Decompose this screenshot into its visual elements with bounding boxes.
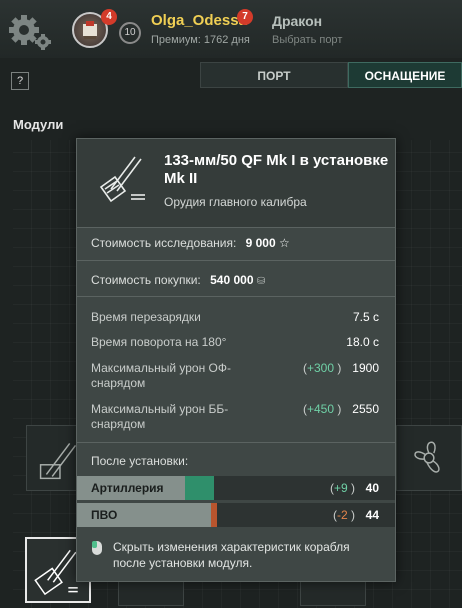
stat-delta-value: +450 bbox=[307, 402, 335, 416]
section-title: Модули bbox=[13, 117, 64, 132]
divider bbox=[77, 296, 395, 297]
divider bbox=[77, 227, 395, 228]
current-ship-name[interactable]: Дракон bbox=[272, 13, 322, 29]
notification-badge: 4 bbox=[101, 9, 117, 25]
tab-equipment[interactable]: ОСНАЩЕНИЕ bbox=[348, 62, 462, 88]
tooltip-header: 133-мм/50 QF Mk I в установке Mk II Оруд… bbox=[77, 139, 395, 227]
divider bbox=[77, 442, 395, 443]
account-level-badge: 10 bbox=[119, 22, 141, 44]
mouse-icon bbox=[92, 541, 102, 555]
research-cost-label: Стоимость исследования: bbox=[91, 236, 237, 250]
artillery-label: Артиллерия bbox=[91, 481, 164, 495]
artillery-delta-value: +9 bbox=[334, 481, 348, 495]
hide-changes-hint: Скрыть изменения характеристик корабля п… bbox=[113, 540, 350, 570]
help-button[interactable]: ? bbox=[11, 72, 29, 90]
artillery-delta: (+9 ) bbox=[330, 481, 356, 495]
research-cost-value: 9 000 bbox=[245, 236, 276, 250]
after-install-label: После установки: bbox=[91, 454, 189, 468]
purchase-cost-value: 540 000 bbox=[210, 273, 254, 287]
divider bbox=[77, 260, 395, 261]
username[interactable]: Olga_Odessa bbox=[151, 12, 247, 29]
stat-label: Максимальный урон ББ-снарядом bbox=[91, 402, 229, 431]
stat-value: 18.0 с bbox=[346, 335, 379, 349]
module-tooltip: 133-мм/50 QF Mk I в установке Mk II Оруд… bbox=[76, 138, 396, 582]
aa-delta: (-2 ) bbox=[333, 508, 356, 522]
research-cost: Стоимость исследования: 9 000 ☆ bbox=[91, 236, 290, 250]
aa-delta-value: -2 bbox=[337, 508, 348, 522]
credits-icon: ⛁ bbox=[256, 276, 266, 287]
stat-value: 2550 bbox=[352, 402, 379, 416]
module-slot-propulsion[interactable] bbox=[396, 425, 462, 491]
artillery-bar-delta bbox=[185, 476, 214, 500]
aa-value: 44 bbox=[365, 508, 379, 522]
aa-label: ПВО bbox=[91, 508, 118, 522]
username-notification-badge: 7 bbox=[237, 9, 253, 25]
top-bar: 4 10 Olga_Odessa 7 Премиум: 1762 дня Дра… bbox=[0, 0, 462, 58]
stat-delta-value: +300 bbox=[307, 361, 335, 375]
stat-label: Время поворота на 180° bbox=[91, 335, 227, 349]
stat-delta: (+300 ) bbox=[303, 361, 342, 375]
stat-value: 1900 bbox=[352, 361, 379, 375]
stat-label: Максимальный урон ОФ-снарядом bbox=[91, 361, 231, 390]
purchase-cost: Стоимость покупки: 540 000 ⛁ bbox=[91, 273, 265, 287]
artillery-value: 40 bbox=[365, 481, 379, 495]
propeller-icon bbox=[414, 441, 440, 473]
stat-delta: (+450 ) bbox=[303, 402, 342, 416]
stat-value: 7.5 с bbox=[352, 310, 379, 324]
stat-label: Время перезарядки bbox=[91, 310, 201, 324]
star-icon: ☆ bbox=[279, 236, 290, 250]
tab-port[interactable]: ПОРТ bbox=[200, 62, 348, 88]
gun-turret-icon bbox=[99, 156, 145, 203]
module-name: 133-мм/50 QF Mk I в установке Mk II bbox=[164, 152, 389, 187]
aa-bar: ПВО (-2 ) 44 bbox=[77, 503, 395, 527]
premium-status[interactable]: Премиум: 1762 дня bbox=[151, 34, 250, 46]
aa-bar-delta bbox=[211, 503, 217, 527]
purchase-cost-label: Стоимость покупки: bbox=[91, 273, 201, 287]
artillery-bar: Артиллерия (+9 ) 40 bbox=[77, 476, 395, 500]
settings-gear-icon[interactable] bbox=[6, 12, 54, 52]
main-tabs: ПОРТ ОСНАЩЕНИЕ bbox=[200, 62, 462, 88]
select-port-link[interactable]: Выбрать порт bbox=[272, 34, 342, 46]
module-type: Орудия главного калибра bbox=[164, 195, 307, 209]
